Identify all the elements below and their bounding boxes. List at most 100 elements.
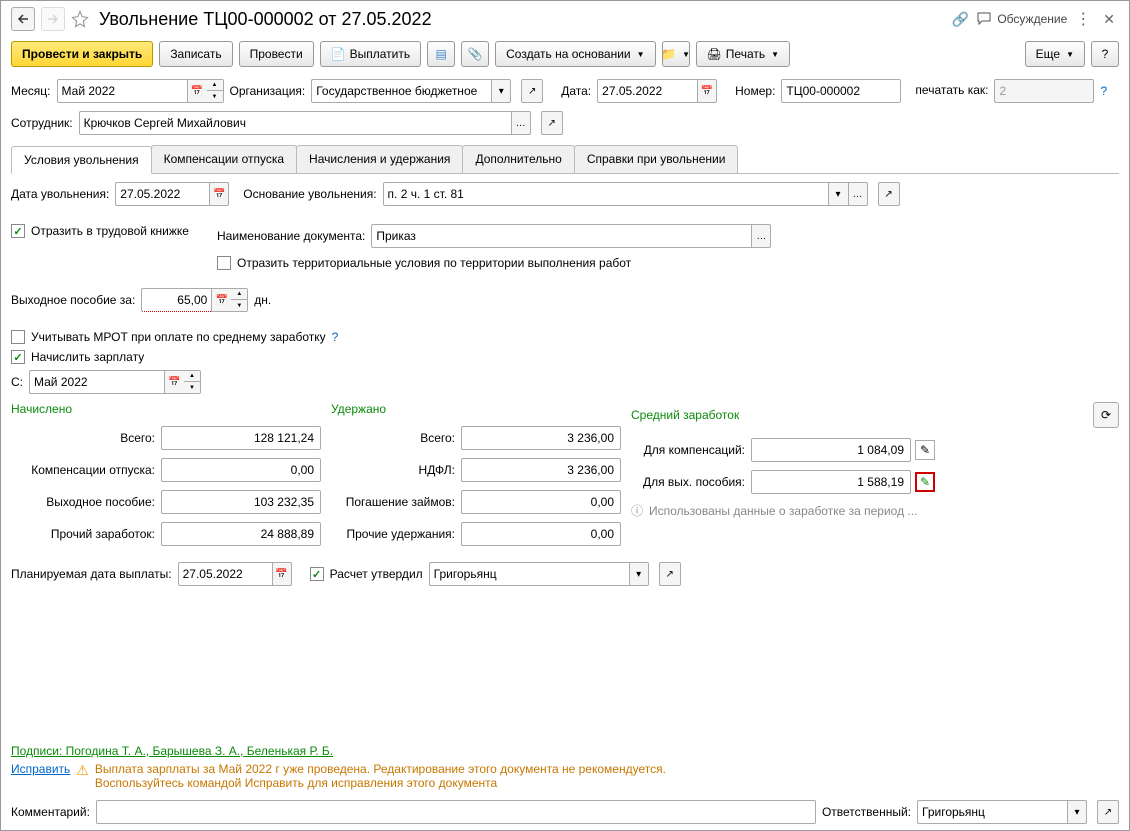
mrot-label: Учитывать МРОТ при оплате по среднему за…: [31, 330, 326, 344]
basis-label: Основание увольнения:: [243, 187, 376, 201]
attachment-button[interactable]: 📎: [461, 41, 489, 67]
print-as-input: [994, 79, 1094, 103]
kebab-menu-icon[interactable]: ⋮: [1075, 9, 1091, 29]
tab-conditions[interactable]: Условия увольнения: [11, 146, 152, 174]
basis-lookup-icon[interactable]: …: [848, 182, 868, 206]
severance-calendar-icon[interactable]: 📅: [211, 288, 231, 312]
loan-label: Погашение займов:: [331, 495, 461, 509]
withheld-header: Удержано: [331, 402, 631, 416]
org-open-button[interactable]: ↗: [521, 79, 543, 103]
comp-value: 0,00: [161, 458, 321, 482]
from-input[interactable]: [29, 370, 164, 394]
org-label: Организация:: [230, 84, 306, 98]
date-calendar-icon[interactable]: 📅: [697, 79, 717, 103]
workbook-label: Отразить в трудовой книжке: [31, 224, 189, 238]
pay-button[interactable]: 📄Выплатить: [320, 41, 421, 67]
loan-value: 0,00: [461, 490, 621, 514]
save-button[interactable]: Записать: [159, 41, 232, 67]
basis-open-button[interactable]: ↗: [878, 182, 900, 206]
responsible-dropdown-icon[interactable]: ▾: [1067, 800, 1087, 824]
tool-button-1[interactable]: ▤: [427, 41, 455, 67]
tool-button-2[interactable]: 📁▼: [662, 41, 690, 67]
org-input[interactable]: [311, 79, 491, 103]
chat-icon: [977, 12, 993, 26]
warning-icon: ⚠: [76, 762, 89, 779]
help-button[interactable]: ?: [1091, 41, 1119, 67]
from-label: С:: [11, 375, 23, 389]
tab-additional[interactable]: Дополнительно: [462, 145, 574, 173]
tab-accruals[interactable]: Начисления и удержания: [296, 145, 463, 173]
create-based-button[interactable]: Создать на основании▼: [495, 41, 655, 67]
link-icon[interactable]: 🔗: [952, 11, 969, 28]
dismiss-date-input[interactable]: [115, 182, 209, 206]
discussion-button[interactable]: Обсуждение: [977, 12, 1067, 26]
days-unit-label: дн.: [254, 293, 271, 307]
verified-by-input[interactable]: [429, 562, 629, 586]
fix-link[interactable]: Исправить: [11, 762, 70, 776]
severance-days-input[interactable]: [141, 288, 211, 312]
other-wh-label: Прочие удержания:: [331, 527, 461, 541]
territory-checkbox[interactable]: [217, 256, 231, 270]
basis-input[interactable]: [383, 182, 828, 206]
edit-avg-sev-button[interactable]: ✎: [915, 472, 935, 492]
avg-info-text: Использованы данные о заработке за перио…: [649, 504, 917, 518]
avg-sev-label: Для вых. пособия:: [631, 475, 751, 489]
verified-open-button[interactable]: ↗: [659, 562, 681, 586]
nav-back-button[interactable]: [11, 7, 35, 31]
severance-spinner[interactable]: ▲▼: [231, 288, 248, 312]
verified-dropdown-icon[interactable]: ▾: [629, 562, 649, 586]
calendar-icon[interactable]: 📅: [187, 79, 207, 103]
docname-input[interactable]: [371, 224, 751, 248]
more-button[interactable]: Еще▼: [1025, 41, 1085, 67]
favorite-icon[interactable]: [71, 10, 89, 28]
comment-label: Комментарий:: [11, 805, 90, 819]
other-value: 24 888,89: [161, 522, 321, 546]
warning-text: Выплата зарплаты за Май 2022 г уже прове…: [95, 762, 666, 790]
sev-label: Выходное пособие:: [11, 495, 161, 509]
responsible-input[interactable]: [917, 800, 1067, 824]
comment-input[interactable]: [96, 800, 816, 824]
date-input[interactable]: [597, 79, 697, 103]
docname-lookup-icon[interactable]: …: [751, 224, 771, 248]
employee-open-button[interactable]: ↗: [541, 111, 563, 135]
refresh-button[interactable]: ⟳: [1093, 402, 1119, 428]
from-spinner[interactable]: ▲▼: [184, 370, 201, 394]
pay-date-label: Планируемая дата выплаты:: [11, 567, 172, 581]
tab-certificates[interactable]: Справки при увольнении: [574, 145, 739, 173]
from-calendar-icon[interactable]: 📅: [164, 370, 184, 394]
month-input[interactable]: [57, 79, 187, 103]
workbook-checkbox[interactable]: ✓: [11, 224, 25, 238]
edit-avg-comp-button[interactable]: ✎: [915, 440, 935, 460]
post-and-close-button[interactable]: Провести и закрыть: [11, 41, 153, 67]
signatures-link[interactable]: Подписи: Погодина Т. А., Барышева З. А.,…: [1, 744, 1129, 758]
docname-label: Наименование документа:: [217, 229, 365, 243]
nav-forward-button[interactable]: [41, 7, 65, 31]
number-input[interactable]: [781, 79, 901, 103]
total-acc-value: 128 121,24: [161, 426, 321, 450]
employee-input[interactable]: [79, 111, 511, 135]
responsible-open-button[interactable]: ↗: [1097, 800, 1119, 824]
verified-checkbox[interactable]: ✓: [310, 567, 324, 581]
total-wh-value: 3 236,00: [461, 426, 621, 450]
basis-dropdown-icon[interactable]: ▾: [828, 182, 848, 206]
help-icon[interactable]: ?: [1100, 84, 1107, 98]
comp-label: Компенсации отпуска:: [11, 463, 161, 477]
dismiss-date-calendar-icon[interactable]: 📅: [209, 182, 229, 206]
avg-comp-value: 1 084,09: [751, 438, 911, 462]
mrot-checkbox[interactable]: [11, 330, 25, 344]
other-label: Прочий заработок:: [11, 527, 161, 541]
employee-lookup-icon[interactable]: …: [511, 111, 531, 135]
pay-date-input[interactable]: [178, 562, 272, 586]
pay-date-calendar-icon[interactable]: 📅: [272, 562, 292, 586]
post-button[interactable]: Провести: [239, 41, 314, 67]
print-button[interactable]: 🖨Печать▼: [696, 41, 790, 67]
month-spinner[interactable]: ▲▼: [207, 79, 224, 103]
date-label: Дата:: [561, 84, 591, 98]
other-wh-value: 0,00: [461, 522, 621, 546]
payroll-checkbox[interactable]: ✓: [11, 350, 25, 364]
total-acc-label: Всего:: [11, 431, 161, 445]
close-icon[interactable]: ✕: [1099, 11, 1119, 28]
org-dropdown-icon[interactable]: ▾: [491, 79, 511, 103]
tab-compensations[interactable]: Компенсации отпуска: [151, 145, 297, 173]
mrot-help-icon[interactable]: ?: [332, 330, 339, 344]
